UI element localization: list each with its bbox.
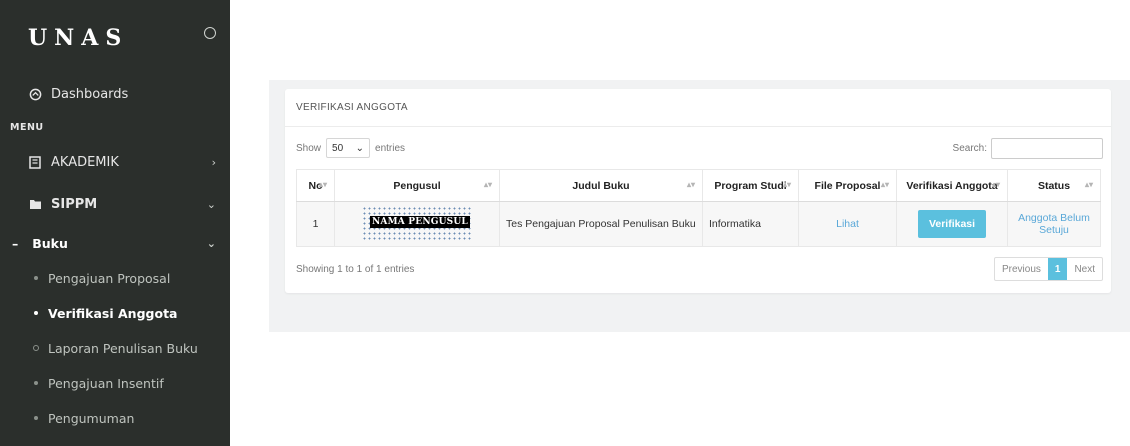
- cell-program-studi: Informatika: [702, 201, 799, 247]
- chevron-down-icon: ⌄: [355, 142, 365, 154]
- table-footer: Showing 1 to 1 of 1 entries Previous 1 N…: [285, 247, 1111, 291]
- brand: UNAS: [0, 0, 230, 76]
- dash-icon: –: [12, 236, 19, 251]
- bullet-icon: [34, 381, 38, 385]
- entries-label: entries: [375, 142, 406, 154]
- data-table: No ▴▾ Pengusul ▴▾ Judul Buku ▴▾ Program Stu…: [296, 169, 1101, 247]
- sidebar-leaf-label: Pengumuman: [48, 411, 135, 426]
- sidebar-item-label: AKADEMIK: [51, 154, 119, 170]
- chevron-down-icon: ⌄: [206, 197, 216, 211]
- search-group: Search:: [953, 138, 1103, 159]
- sort-icon: ▴▾: [686, 180, 695, 189]
- page-1-button[interactable]: 1: [1047, 258, 1068, 280]
- sidebar-item-dashboards[interactable]: Dashboards: [0, 76, 230, 112]
- search-input[interactable]: [991, 138, 1103, 159]
- sidebar-item-akademik[interactable]: AKADEMIK ›: [0, 142, 230, 182]
- search-label: Search:: [952, 143, 987, 154]
- show-label: Show: [296, 142, 322, 154]
- sidebar-item-sippm[interactable]: SIPPM ⌄: [0, 182, 230, 226]
- entries-length-select[interactable]: 50 ⌄: [326, 138, 371, 158]
- sidebar-leaf-pengumuman[interactable]: Pengumuman: [0, 401, 230, 436]
- bullet-icon: [34, 276, 38, 280]
- sidebar-leaf-laporan-penulisan-buku[interactable]: Laporan Penulisan Buku: [0, 331, 230, 366]
- column-label: Verifikasi Anggota: [906, 179, 998, 192]
- column-header-program-studi[interactable]: Program Studi ▴▾: [702, 169, 799, 202]
- lihat-link[interactable]: Lihat: [836, 218, 859, 230]
- chevron-down-icon: ⌄: [206, 237, 216, 250]
- cell-judul-buku: Tes Pengajuan Proposal Penulisan Buku: [499, 201, 703, 247]
- table-header-row: No ▴▾ Pengusul ▴▾ Judul Buku ▴▾ Program Stu…: [296, 169, 1101, 202]
- verification-card: VERIFIKASI ANGGOTA Show 50 ⌄ entries Sea…: [285, 89, 1111, 293]
- column-header-no[interactable]: No ▴▾: [296, 169, 335, 202]
- chevron-right-icon: ›: [211, 155, 216, 169]
- column-header-status[interactable]: Status ▴▾: [1007, 169, 1101, 202]
- content-area: VERIFIKASI ANGGOTA Show 50 ⌄ entries Sea…: [269, 80, 1130, 332]
- dashboard-icon: [28, 87, 42, 101]
- column-label: Status: [1037, 179, 1071, 192]
- sidebar-toggle-icon[interactable]: [204, 27, 216, 39]
- cell-status: Anggota Belum Setuju: [1007, 201, 1101, 247]
- sidebar-item-label: SIPPM: [51, 196, 98, 212]
- sort-icon: ▴▾: [483, 180, 492, 189]
- sort-icon: ▴▾: [991, 180, 1000, 189]
- previous-button[interactable]: Previous: [995, 258, 1048, 280]
- pengusul-stamp: NAMA PENGUSUL: [362, 205, 472, 240]
- folder-icon: [28, 197, 42, 211]
- table-row: 1 NAMA PENGUSUL Tes Pengajuan Proposal P…: [296, 201, 1101, 247]
- sort-icon: ▴▾: [1084, 180, 1093, 189]
- sidebar-leaf-label: Pengajuan Proposal: [48, 271, 171, 286]
- pengusul-name: NAMA PENGUSUL: [370, 215, 470, 228]
- table-info: Showing 1 to 1 of 1 entries: [296, 263, 415, 275]
- sidebar-leaf-label: Verifikasi Anggota: [48, 306, 178, 321]
- sidebar-leaf-verifikasi-anggota[interactable]: Verifikasi Anggota: [0, 296, 230, 331]
- column-label: Pengusul: [393, 179, 441, 192]
- sidebar-item-label: Buku: [32, 236, 68, 251]
- bullet-icon: [34, 416, 38, 420]
- bullet-icon: [34, 311, 38, 315]
- cell-pengusul: NAMA PENGUSUL: [334, 201, 500, 247]
- menu-section-header: MENU: [10, 121, 44, 133]
- table-toolbar: Show 50 ⌄ entries Search:: [285, 127, 1111, 169]
- next-button[interactable]: Next: [1067, 258, 1102, 280]
- column-label: Program Studi: [714, 179, 787, 192]
- column-header-judul-buku[interactable]: Judul Buku ▴▾: [499, 169, 703, 202]
- column-label: Judul Buku: [572, 179, 630, 192]
- sidebar-leaf-label: Pengajuan Insentif: [48, 376, 164, 391]
- sidebar-item-label: Dashboards: [51, 86, 129, 102]
- entries-value: 50: [332, 142, 344, 154]
- sort-icon: ▴▾: [880, 180, 889, 189]
- sidebar: UNAS Dashboards MENU AKADEMIK › SIPPM ⌄ …: [0, 0, 230, 446]
- sort-icon: ▴▾: [782, 180, 791, 189]
- column-header-verifikasi-anggota[interactable]: Verifikasi Anggota ▴▾: [896, 169, 1008, 202]
- card-title: VERIFIKASI ANGGOTA: [285, 89, 1111, 127]
- cell-no: 1: [296, 201, 335, 247]
- book-icon: [28, 155, 42, 169]
- sort-icon: ▴▾: [318, 180, 327, 189]
- logo[interactable]: UNAS: [28, 25, 128, 51]
- sidebar-leaf-label: Laporan Penulisan Buku: [48, 341, 198, 356]
- pagination: Previous 1 Next: [993, 257, 1103, 281]
- sidebar-subitem-buku[interactable]: – Buku ⌄: [0, 226, 230, 261]
- bullet-ring-icon: [33, 345, 39, 351]
- cell-file-proposal: Lihat: [798, 201, 897, 247]
- verifikasi-button[interactable]: Verifikasi: [917, 210, 987, 238]
- sidebar-leaf-pengajuan-proposal[interactable]: Pengajuan Proposal: [0, 261, 230, 296]
- column-label: File Proposal: [814, 179, 881, 192]
- column-header-pengusul[interactable]: Pengusul ▴▾: [334, 169, 500, 202]
- sidebar-leaf-pengajuan-insentif[interactable]: Pengajuan Insentif: [0, 366, 230, 401]
- status-link[interactable]: Anggota Belum Setuju: [1018, 212, 1090, 236]
- column-header-file-proposal[interactable]: File Proposal ▴▾: [798, 169, 897, 202]
- cell-verifikasi: Verifikasi: [896, 201, 1008, 247]
